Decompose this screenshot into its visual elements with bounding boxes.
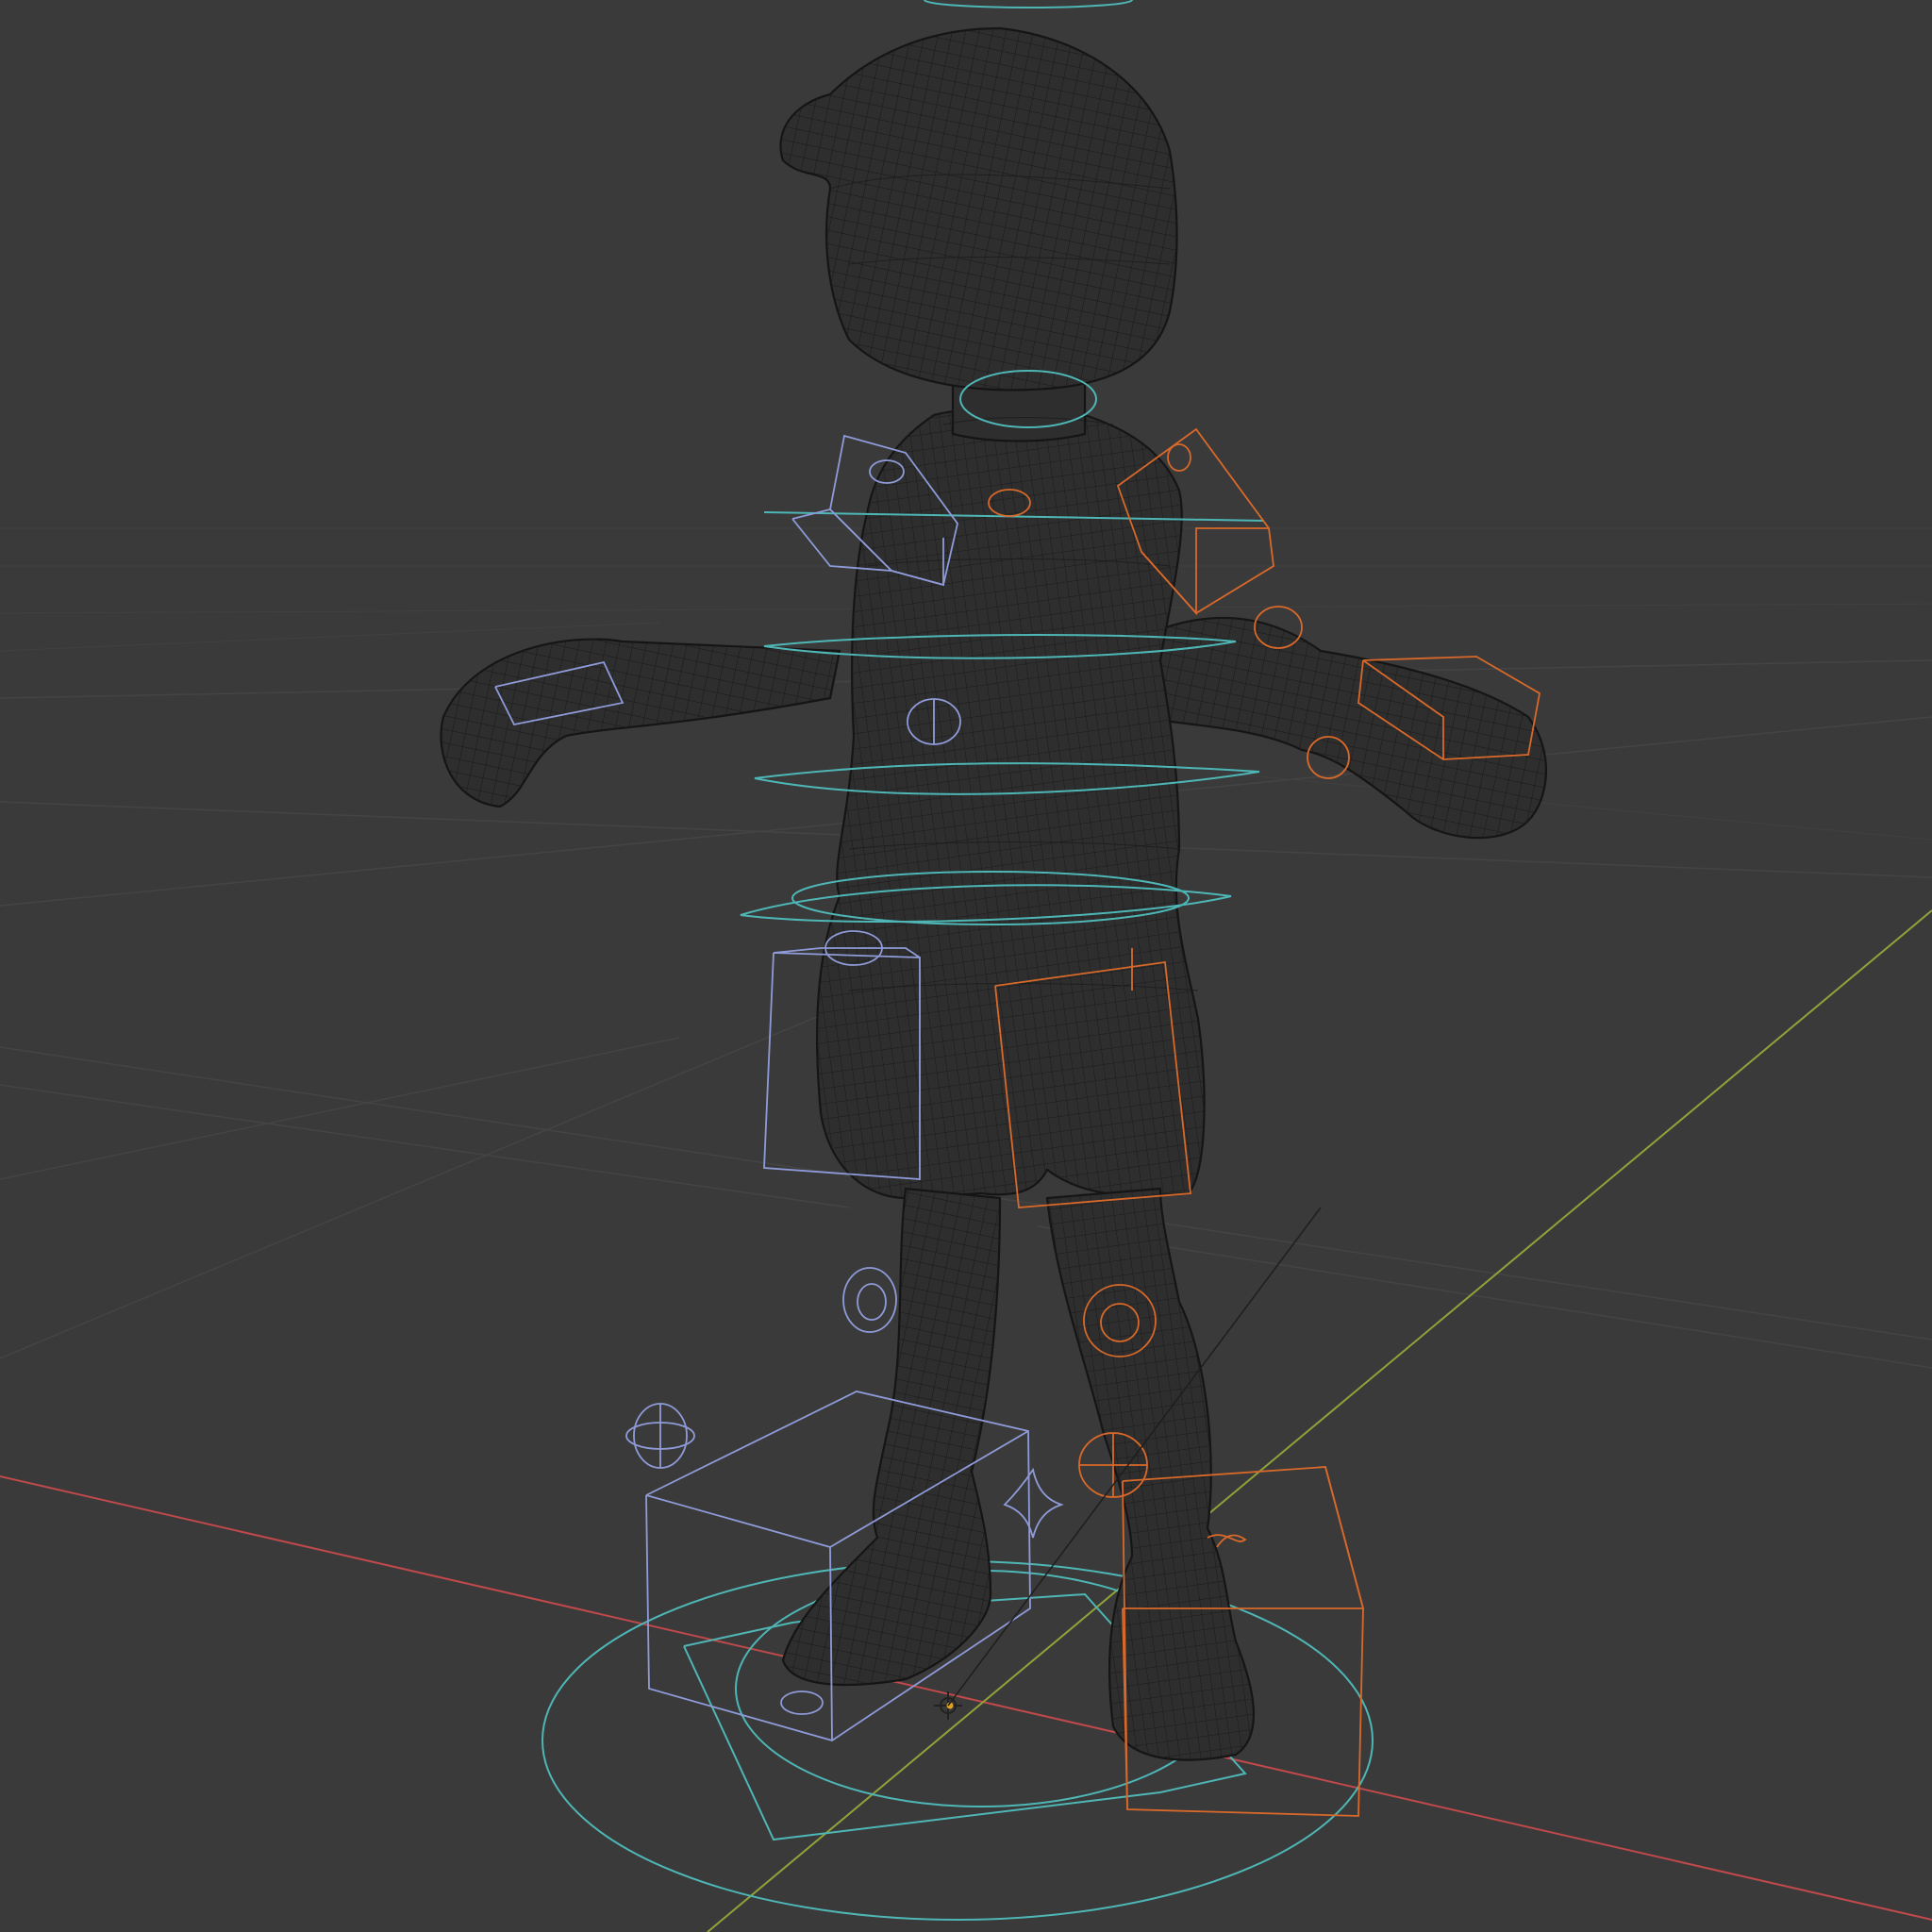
character-mesh[interactable] [440,26,1547,1761]
viewport-canvas[interactable] [0,0,1932,1932]
3d-viewport[interactable] [0,0,1932,1932]
